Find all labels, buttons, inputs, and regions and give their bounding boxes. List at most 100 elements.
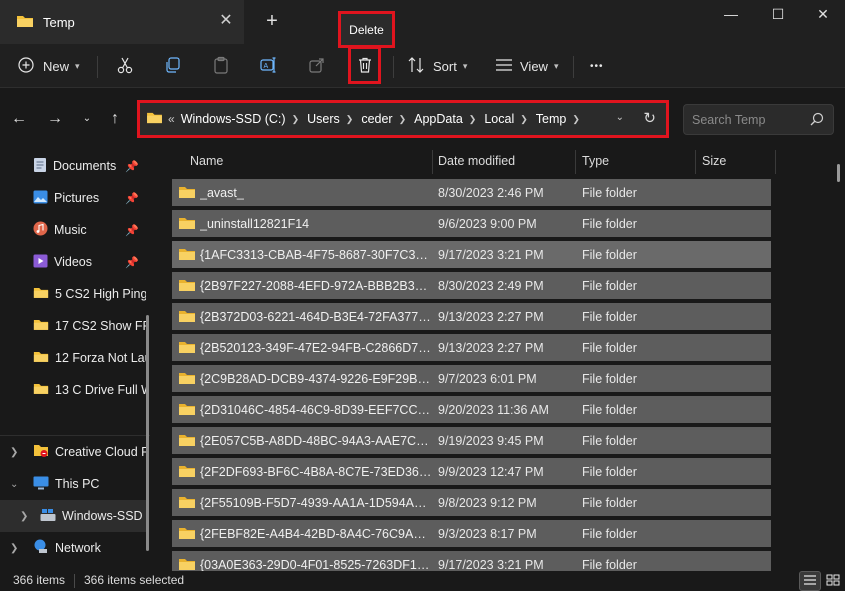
address-bar[interactable]: « Windows-SSD (C:) ❯ Users ❯ ceder ❯ App… — [137, 100, 669, 138]
folder-icon — [178, 557, 196, 571]
file-list-scrollbar[interactable] — [837, 164, 840, 182]
search-input[interactable]: Search Temp — [683, 104, 834, 135]
table-row[interactable]: {2D31046C-4854-46C9-8D39-EEF7CC2B85... 9/… — [172, 396, 771, 423]
tab-close-icon[interactable]: ✕ — [218, 13, 234, 29]
breadcrumb-ceder[interactable]: ceder — [361, 112, 392, 126]
more-button[interactable]: ••• — [590, 44, 604, 88]
maximize-button[interactable]: ☐ — [763, 4, 793, 24]
column-header-name[interactable]: Name — [190, 150, 223, 172]
sidebar-item-videos[interactable]: Videos 📌 — [0, 246, 146, 278]
pictures-icon — [33, 190, 48, 207]
paste-button[interactable] — [212, 44, 230, 88]
column-header-date[interactable]: Date modified — [438, 150, 515, 172]
folder-icon — [33, 382, 49, 398]
chevron-right-icon[interactable]: ❯ — [346, 114, 354, 125]
table-row[interactable]: {03A0E363-29D0-4F01-8525-7263DF10A7... 9/… — [172, 551, 771, 571]
chevron-right-icon[interactable]: ❯ — [469, 114, 477, 125]
back-arrow-icon[interactable]: ← — [8, 108, 30, 130]
new-tab-button[interactable]: + — [262, 11, 282, 31]
folder-icon — [178, 371, 196, 388]
command-bar: New ▾ A Sort ▾ View ▾ ••• — [0, 44, 845, 88]
column-divider[interactable] — [695, 150, 696, 174]
refresh-icon[interactable]: ↻ — [643, 109, 656, 127]
file-date: 9/17/2023 3:21 PM — [438, 247, 544, 262]
sidebar-item-pictures[interactable]: Pictures 📌 — [0, 182, 146, 214]
up-arrow-icon[interactable]: ↑ — [104, 108, 126, 130]
file-type: File folder — [582, 464, 637, 479]
overflow-chevron[interactable]: « — [168, 112, 175, 126]
table-row[interactable]: {2B97F227-2088-4EFD-972A-BBB2B32383... 8/… — [172, 272, 771, 299]
table-row[interactable]: _avast_ 8/30/2023 2:46 PM File folder — [172, 179, 771, 206]
sidebar-item-folder[interactable]: 17 CS2 Show FPS — [0, 310, 146, 342]
sidebar-item-this-pc[interactable]: ⌄ This PC — [0, 468, 146, 500]
column-header-size[interactable]: Size — [702, 150, 726, 172]
recent-chevron-icon[interactable]: ⌄ — [76, 108, 98, 130]
table-row[interactable]: {2F2DF693-BF6C-4B8A-8C7E-73ED36D9C... 9/9… — [172, 458, 771, 485]
sidebar-item-creative-cloud[interactable]: ❯ Creative Cloud F — [0, 436, 146, 468]
chevron-down-icon[interactable]: ⌄ — [616, 112, 624, 123]
column-divider[interactable] — [775, 150, 776, 174]
table-row[interactable]: {2FEBF82E-A4B4-42BD-8A4C-76C9AE6E5... 9/3… — [172, 520, 771, 547]
table-row[interactable]: {2E057C5B-A8DD-48BC-94A3-AAE7C8AC... 9/19… — [172, 427, 771, 454]
rename-button[interactable]: A — [259, 44, 277, 88]
breadcrumb-users[interactable]: Users — [307, 112, 340, 126]
table-row[interactable]: {2B520123-349F-47E2-94FB-C2866D72B12... 9… — [172, 334, 771, 361]
file-name: {1AFC3313-CBAB-4F75-8687-30F7C3A07... — [200, 247, 432, 262]
chevron-right-icon[interactable]: ❯ — [520, 114, 528, 125]
chevron-right-icon[interactable]: ❯ — [572, 114, 580, 125]
view-icon — [495, 58, 513, 75]
chevron-right-icon[interactable]: ❯ — [20, 511, 28, 522]
file-type: File folder — [582, 278, 637, 293]
pin-icon: 📌 — [125, 160, 139, 173]
table-row[interactable]: {2C9B28AD-DCB9-4374-9226-E9F29BBF0... 9/7… — [172, 365, 771, 392]
table-row[interactable]: {2F55109B-F5D7-4939-AA1A-1D594AE565... 9/… — [172, 489, 771, 516]
sidebar-item-folder[interactable]: 5 CS2 High Ping — [0, 278, 146, 310]
chevron-down-icon: ▾ — [462, 60, 468, 71]
sidebar-item-label: Creative Cloud F — [55, 445, 146, 459]
table-row[interactable]: _uninstall12821F14 9/6/2023 9:00 PM File f… — [172, 210, 771, 237]
share-button[interactable] — [308, 44, 326, 88]
breadcrumb-appdata[interactable]: AppData — [414, 112, 463, 126]
chevron-down-icon[interactable]: ⌄ — [10, 479, 18, 490]
chevron-right-icon[interactable]: ❯ — [10, 543, 18, 554]
cut-button[interactable] — [116, 44, 134, 88]
copy-button[interactable] — [164, 44, 182, 88]
search-icon[interactable] — [810, 112, 824, 129]
column-header-type[interactable]: Type — [582, 150, 609, 172]
tiles-view-button[interactable] — [822, 571, 844, 591]
navigation-pane: Documents 📌 Pictures 📌 Music 📌 Videos 📌 … — [0, 150, 150, 571]
column-divider[interactable] — [575, 150, 576, 174]
sidebar-scrollbar[interactable] — [146, 315, 149, 551]
view-button[interactable]: View ▾ — [495, 44, 558, 88]
file-date: 9/8/2023 9:12 PM — [438, 495, 537, 510]
breadcrumb-drive[interactable]: Windows-SSD (C:) — [181, 112, 286, 126]
pc-icon — [33, 476, 49, 493]
window-close-button[interactable]: ✕ — [808, 4, 838, 24]
chevron-right-icon[interactable]: ❯ — [10, 447, 18, 458]
chevron-down-icon: ▾ — [553, 60, 559, 71]
sidebar-item-folder[interactable]: 12 Forza Not Lau — [0, 342, 146, 374]
breadcrumb-local[interactable]: Local — [484, 112, 514, 126]
column-divider[interactable] — [432, 150, 433, 174]
sidebar-item-windows-ssd[interactable]: ❯ Windows-SSD — [0, 500, 146, 532]
minimize-button[interactable]: — — [716, 4, 746, 24]
sidebar-item-music[interactable]: Music 📌 — [0, 214, 146, 246]
tab-temp[interactable]: Temp ✕ — [0, 0, 244, 44]
sidebar-item-label: 12 Forza Not Lau — [55, 351, 146, 365]
chevron-right-icon[interactable]: ❯ — [292, 114, 300, 125]
table-row[interactable]: {1AFC3313-CBAB-4F75-8687-30F7C3A07... 9/1… — [172, 241, 771, 268]
table-row[interactable]: {2B372D03-6221-464D-B3E4-72FA377B05... 9/… — [172, 303, 771, 330]
sidebar-item-folder[interactable]: 13 C Drive Full W — [0, 374, 146, 406]
new-button[interactable]: New ▾ — [18, 44, 80, 88]
chevron-right-icon[interactable]: ❯ — [399, 114, 407, 125]
breadcrumb-temp[interactable]: Temp — [536, 112, 567, 126]
details-view-button[interactable] — [799, 571, 821, 591]
delete-tooltip-text: Delete — [349, 22, 384, 37]
item-count: 366 items — [13, 573, 66, 587]
file-date: 8/30/2023 2:46 PM — [438, 185, 544, 200]
sidebar-item-documents[interactable]: Documents 📌 — [0, 150, 146, 182]
sidebar-item-network[interactable]: ❯ Network — [0, 532, 146, 564]
forward-arrow-icon[interactable]: → — [44, 108, 66, 130]
folder-icon — [178, 495, 196, 512]
sort-button[interactable]: Sort ▾ — [407, 44, 467, 88]
